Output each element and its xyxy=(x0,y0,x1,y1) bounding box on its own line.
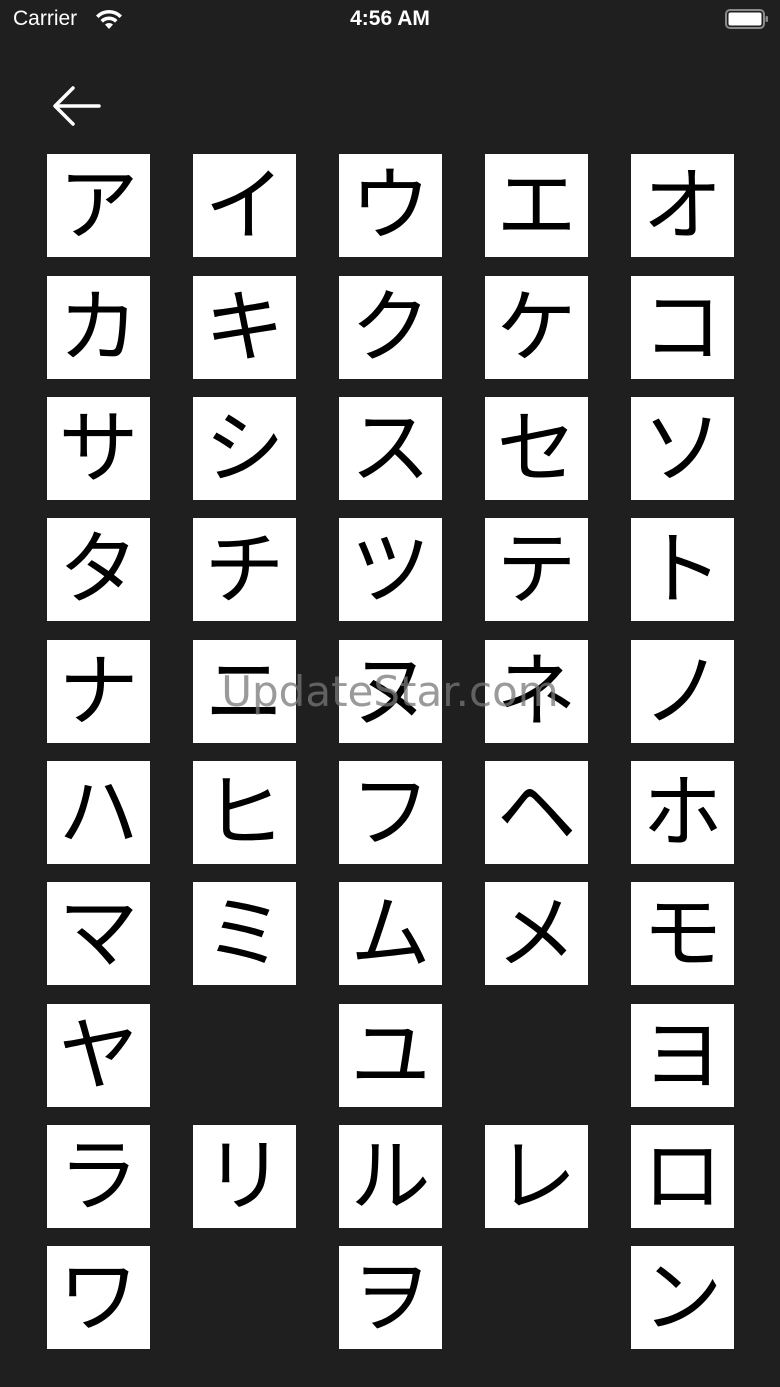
kana-character: ナ xyxy=(58,644,139,738)
kana-character: フ xyxy=(350,765,431,859)
kana-character: テ xyxy=(496,522,577,616)
kana-character: メ xyxy=(496,886,577,980)
kana-tile-yu[interactable]: ユ xyxy=(339,1004,442,1107)
kana-character: ア xyxy=(58,158,139,252)
kana-tile-ra[interactable]: ラ xyxy=(47,1125,150,1228)
kana-tile-ka[interactable]: カ xyxy=(47,276,150,379)
kana-character: チ xyxy=(204,522,285,616)
kana-tile-se[interactable]: セ xyxy=(485,397,588,500)
kana-character: ウ xyxy=(350,158,431,252)
kana-character: ム xyxy=(350,886,431,980)
kana-tile-ku[interactable]: ク xyxy=(339,276,442,379)
kana-tile-chi[interactable]: チ xyxy=(193,518,296,621)
kana-character: タ xyxy=(58,522,139,616)
kana-tile-no[interactable]: ノ xyxy=(631,640,734,743)
kana-tile-he[interactable]: ヘ xyxy=(485,761,588,864)
kana-character: モ xyxy=(642,886,723,980)
kana-tile-ne[interactable]: ネ xyxy=(485,640,588,743)
kana-character: ル xyxy=(350,1129,431,1223)
kana-tile-to[interactable]: ト xyxy=(631,518,734,621)
kana-tile-su[interactable]: ス xyxy=(339,397,442,500)
kana-character: セ xyxy=(496,401,577,495)
kana-character: マ xyxy=(58,886,139,980)
kana-tile-ke[interactable]: ケ xyxy=(485,276,588,379)
kana-character: ス xyxy=(350,401,431,495)
kana-tile-ho[interactable]: ホ xyxy=(631,761,734,864)
kana-character: ヤ xyxy=(58,1008,139,1102)
kana-character: エ xyxy=(496,158,577,252)
kana-tile-ya[interactable]: ヤ xyxy=(47,1004,150,1107)
kana-character: イ xyxy=(204,158,285,252)
kana-character: ケ xyxy=(496,280,577,374)
kana-character: ニ xyxy=(204,644,285,738)
kana-character: ミ xyxy=(204,886,285,980)
kana-character: ヘ xyxy=(496,765,577,859)
kana-tile-ko[interactable]: コ xyxy=(631,276,734,379)
kana-tile-na[interactable]: ナ xyxy=(47,640,150,743)
kana-tile-te[interactable]: テ xyxy=(485,518,588,621)
kana-character: ソ xyxy=(642,401,723,495)
kana-tile-ma[interactable]: マ xyxy=(47,882,150,985)
kana-character: シ xyxy=(204,401,285,495)
kana-character: コ xyxy=(642,280,723,374)
kana-character: ワ xyxy=(58,1250,139,1344)
kana-tile-ni[interactable]: ニ xyxy=(193,640,296,743)
kana-tile-ki[interactable]: キ xyxy=(193,276,296,379)
kana-tile-ha[interactable]: ハ xyxy=(47,761,150,864)
kana-tile-a[interactable]: ア xyxy=(47,154,150,257)
kana-character: リ xyxy=(204,1129,285,1223)
kana-character: ツ xyxy=(350,522,431,616)
kana-character: ヲ xyxy=(350,1250,431,1344)
kana-character: ン xyxy=(642,1250,723,1344)
kana-character: カ xyxy=(58,280,139,374)
kana-tile-wa[interactable]: ワ xyxy=(47,1246,150,1349)
kana-character: レ xyxy=(496,1129,577,1223)
kana-character: ヒ xyxy=(204,765,285,859)
kana-tile-ru[interactable]: ル xyxy=(339,1125,442,1228)
kana-character: ロ xyxy=(642,1129,723,1223)
kana-tile-me[interactable]: メ xyxy=(485,882,588,985)
kana-tile-hi[interactable]: ヒ xyxy=(193,761,296,864)
kana-character: ト xyxy=(642,522,723,616)
kana-character: サ xyxy=(58,401,139,495)
kana-tile-mo[interactable]: モ xyxy=(631,882,734,985)
kana-character: オ xyxy=(642,158,723,252)
kana-tile-i[interactable]: イ xyxy=(193,154,296,257)
kana-character: ハ xyxy=(58,765,139,859)
kana-tile-shi[interactable]: シ xyxy=(193,397,296,500)
kana-tile-re[interactable]: レ xyxy=(485,1125,588,1228)
kana-tile-ta[interactable]: タ xyxy=(47,518,150,621)
kana-tile-wo[interactable]: ヲ xyxy=(339,1246,442,1349)
kana-character: ユ xyxy=(350,1008,431,1102)
katakana-grid: アイウエオカキクケコサシスセソタチツテトナニヌネノハヒフヘホマミムメモヤ ユ ヨラリ… xyxy=(0,0,780,1387)
kana-tile-n[interactable]: ン xyxy=(631,1246,734,1349)
kana-tile-tsu[interactable]: ツ xyxy=(339,518,442,621)
kana-tile-u[interactable]: ウ xyxy=(339,154,442,257)
kana-tile-nu[interactable]: ヌ xyxy=(339,640,442,743)
kana-tile-yo[interactable]: ヨ xyxy=(631,1004,734,1107)
kana-tile-mu[interactable]: ム xyxy=(339,882,442,985)
kana-character: ノ xyxy=(642,644,723,738)
kana-tile-o[interactable]: オ xyxy=(631,154,734,257)
kana-tile-sa[interactable]: サ xyxy=(47,397,150,500)
kana-tile-so[interactable]: ソ xyxy=(631,397,734,500)
kana-tile-mi[interactable]: ミ xyxy=(193,882,296,985)
kana-character: ラ xyxy=(58,1129,139,1223)
kana-character: ホ xyxy=(642,765,723,859)
kana-character: ク xyxy=(350,280,431,374)
kana-character: ヌ xyxy=(350,644,431,738)
kana-tile-ri[interactable]: リ xyxy=(193,1125,296,1228)
kana-tile-e[interactable]: エ xyxy=(485,154,588,257)
kana-character: キ xyxy=(204,280,285,374)
kana-character: ヨ xyxy=(642,1008,723,1102)
kana-tile-ro[interactable]: ロ xyxy=(631,1125,734,1228)
kana-character: ネ xyxy=(496,644,577,738)
kana-tile-fu[interactable]: フ xyxy=(339,761,442,864)
